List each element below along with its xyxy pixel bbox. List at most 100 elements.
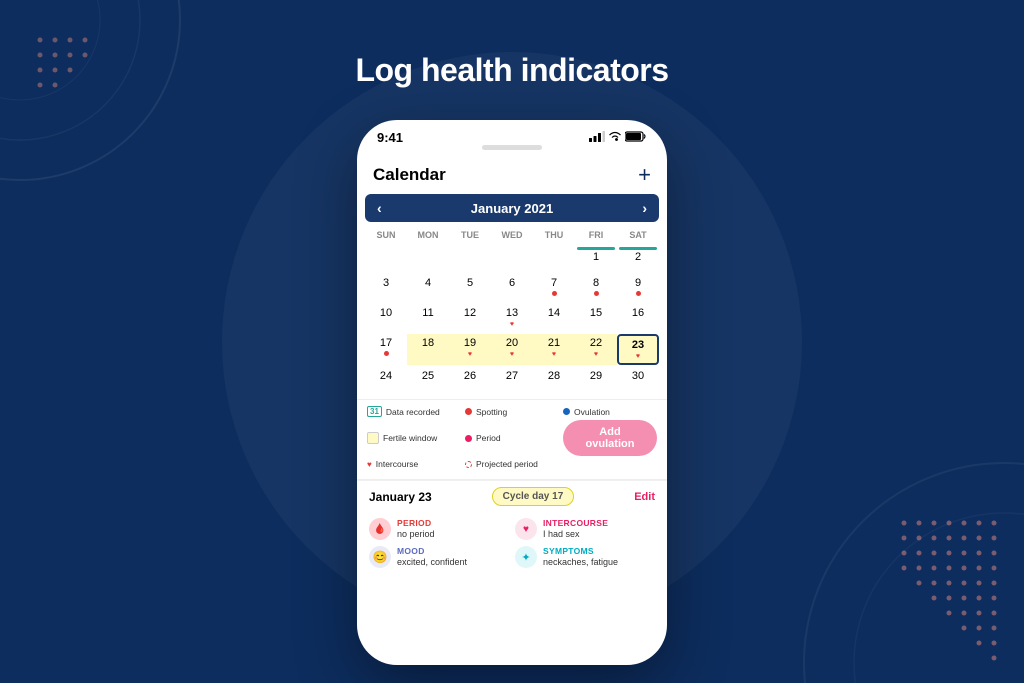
day-header-thu: THU xyxy=(533,228,575,242)
cal-day-28[interactable]: 28 xyxy=(533,367,575,395)
legend-projected-label: Projected period xyxy=(476,459,538,469)
cal-day-22[interactable]: 22 ♥ xyxy=(575,334,617,365)
cal-day-11[interactable]: 11 xyxy=(407,304,449,332)
cal-day-25[interactable]: 25 xyxy=(407,367,449,395)
legend-ovulation-label: Ovulation xyxy=(574,407,610,417)
intercourse-text: INTERCOURSE I had sex xyxy=(543,518,608,539)
cal-day-1[interactable]: 1 xyxy=(575,244,617,272)
page-title: Log health indicators xyxy=(0,52,1024,89)
intercourse-value: I had sex xyxy=(543,529,608,539)
calendar-week-1: 1 2 xyxy=(365,244,659,272)
projected-dot-icon xyxy=(465,461,472,468)
cal-day-empty-2 xyxy=(407,244,449,272)
day-detail-header: January 23 Cycle day 17 Edit xyxy=(357,480,667,512)
day-detail-section: January 23 Cycle day 17 Edit 🩸 PERIOD no… xyxy=(357,479,667,578)
cal-day-20[interactable]: 20 ♥ xyxy=(491,334,533,365)
period-dot xyxy=(636,291,641,296)
cal-day-empty-3 xyxy=(449,244,491,272)
calendar-grid: SUN MON TUE WED THU FRI SAT 1 xyxy=(357,228,667,395)
recorded-bar xyxy=(619,247,657,250)
cal-day-27[interactable]: 27 xyxy=(491,367,533,395)
period-dot xyxy=(552,291,557,296)
signal-icon xyxy=(589,131,605,145)
legend-section: 31 Data recorded Spotting Ovulation Fert… xyxy=(357,399,667,479)
edit-button[interactable]: Edit xyxy=(634,491,655,503)
cal-day-9[interactable]: 9 xyxy=(617,274,659,302)
cal-day-16[interactable]: 16 xyxy=(617,304,659,332)
symptoms-text: SYMPTOMS neckaches, fatigue xyxy=(543,546,618,567)
cal-day-8[interactable]: 8 xyxy=(575,274,617,302)
cal-day-empty-5 xyxy=(533,244,575,272)
cal-day-17[interactable]: 17 xyxy=(365,334,407,365)
wifi-icon xyxy=(608,131,622,145)
cal-day-15[interactable]: 15 xyxy=(575,304,617,332)
period-icon: 🩸 xyxy=(369,518,391,540)
legend-ovulation: Ovulation xyxy=(563,406,657,417)
detail-period: 🩸 PERIOD no period xyxy=(369,518,509,540)
cal-day-24[interactable]: 24 xyxy=(365,367,407,395)
day-number: 2 xyxy=(635,251,641,264)
cal-day-6[interactable]: 6 xyxy=(491,274,533,302)
bg-decoration-top-left xyxy=(0,0,220,220)
ovulation-dot-icon xyxy=(563,408,570,415)
phone-notch xyxy=(482,145,542,150)
calendar-title: Calendar xyxy=(373,165,446,185)
cal-day-4[interactable]: 4 xyxy=(407,274,449,302)
mood-text: MOOD excited, confident xyxy=(397,546,467,567)
period-label: PERIOD xyxy=(397,518,435,528)
cal-day-2[interactable]: 2 xyxy=(617,244,659,272)
cal-day-18[interactable]: 18 xyxy=(407,334,449,365)
detail-intercourse: ♥ INTERCOURSE I had sex xyxy=(515,518,655,540)
cal-day-10[interactable]: 10 xyxy=(365,304,407,332)
cal-day-26[interactable]: 26 xyxy=(449,367,491,395)
period-text: PERIOD no period xyxy=(397,518,435,539)
add-ovulation-button[interactable]: Add ovulation xyxy=(563,420,657,456)
day-header-sat: SAT xyxy=(617,228,659,242)
selected-date-label: January 23 xyxy=(369,490,432,504)
legend-spotting: Spotting xyxy=(465,406,559,417)
day-header-wed: WED xyxy=(491,228,533,242)
cal-day-5[interactable]: 5 xyxy=(449,274,491,302)
legend-num-icon: 31 xyxy=(367,406,382,417)
cycle-day-badge: Cycle day 17 xyxy=(492,487,575,506)
period-dot-icon xyxy=(465,435,472,442)
cal-day-7[interactable]: 7 xyxy=(533,274,575,302)
cal-day-19[interactable]: 19 ♥ xyxy=(449,334,491,365)
symptoms-label: SYMPTOMS xyxy=(543,546,618,556)
legend-period: Period xyxy=(465,420,559,456)
calendar-header: Calendar + xyxy=(357,154,667,194)
cal-day-empty-1 xyxy=(365,244,407,272)
cal-day-12[interactable]: 12 xyxy=(449,304,491,332)
cal-day-29[interactable]: 29 xyxy=(575,367,617,395)
prev-month-button[interactable]: ‹ xyxy=(377,200,382,216)
detail-symptoms: ✦ SYMPTOMS neckaches, fatigue xyxy=(515,546,655,568)
legend-intercourse-label: Intercourse xyxy=(376,459,419,469)
day-header-mon: MON xyxy=(407,228,449,242)
mood-icon: 😊 xyxy=(369,546,391,568)
cal-day-3[interactable]: 3 xyxy=(365,274,407,302)
cal-day-14[interactable]: 14 xyxy=(533,304,575,332)
legend-empty xyxy=(563,459,657,469)
day-header-sun: SUN xyxy=(365,228,407,242)
heart-icon-legend: ♥ xyxy=(367,460,372,469)
symptoms-icon: ✦ xyxy=(515,546,537,568)
period-dot xyxy=(594,291,599,296)
calendar-week-3: 10 11 12 13 ♥ 14 15 16 xyxy=(365,304,659,332)
calendar-week-2: 3 4 5 6 7 8 9 xyxy=(365,274,659,302)
mood-label: MOOD xyxy=(397,546,467,556)
cal-day-30[interactable]: 30 xyxy=(617,367,659,395)
day-number: 1 xyxy=(593,251,599,264)
legend-intercourse: ♥ Intercourse xyxy=(367,459,461,469)
recorded-bar xyxy=(577,247,615,250)
period-value: no period xyxy=(397,529,435,539)
cal-day-13[interactable]: 13 ♥ xyxy=(491,304,533,332)
status-time: 9:41 xyxy=(377,130,403,145)
cal-day-21[interactable]: 21 ♥ xyxy=(533,334,575,365)
legend-projected: Projected period xyxy=(465,459,559,469)
cal-day-23[interactable]: 23 ♥ xyxy=(617,334,659,365)
next-month-button[interactable]: › xyxy=(642,200,647,216)
intercourse-label: INTERCOURSE xyxy=(543,518,608,528)
symptoms-value: neckaches, fatigue xyxy=(543,557,618,567)
add-button[interactable]: + xyxy=(638,162,651,188)
detail-mood: 😊 MOOD excited, confident xyxy=(369,546,509,568)
